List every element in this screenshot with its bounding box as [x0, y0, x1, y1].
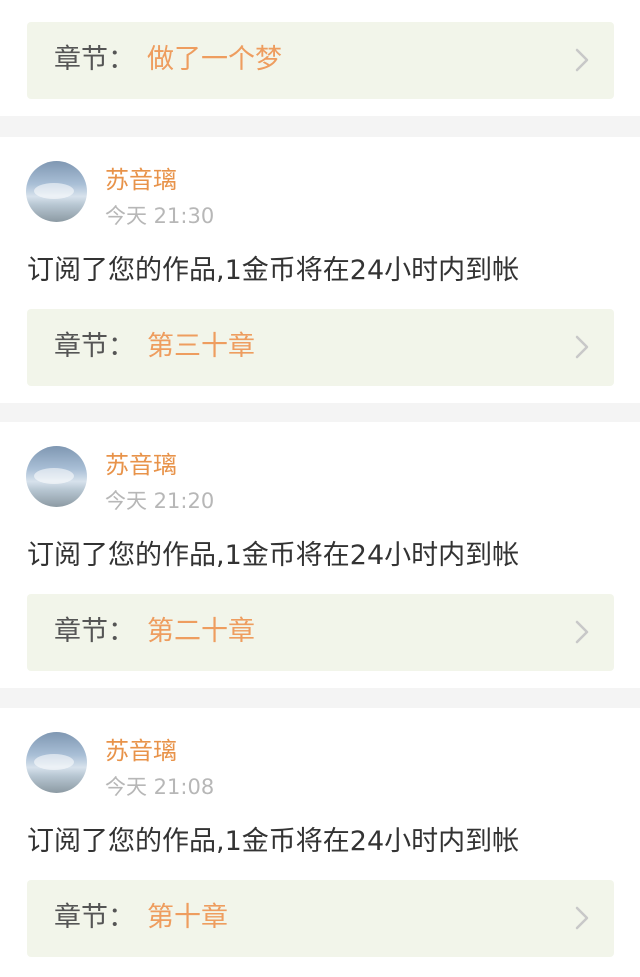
chevron-right-icon: [574, 47, 590, 73]
username[interactable]: 苏音璃: [105, 165, 177, 195]
chapter-label: 章节：: [54, 44, 135, 75]
avatar[interactable]: [26, 732, 87, 793]
chapter-link[interactable]: 章节： 第十章: [27, 880, 614, 957]
chevron-right-icon: [574, 905, 590, 931]
chevron-right-icon: [574, 619, 590, 645]
timestamp: 今天 21:30: [105, 204, 215, 228]
timestamp: 今天 21:20: [105, 489, 215, 513]
notification-card: 章节： 做了一个梦: [0, 0, 640, 116]
notification-card: 苏音璃 今天 21:08 订阅了您的作品,1金币将在24小时内到帐 章节： 第十…: [0, 708, 640, 977]
chapter-title: 第十章: [147, 902, 228, 933]
chapter-link[interactable]: 章节： 第三十章: [27, 309, 614, 386]
chapter-link[interactable]: 章节： 做了一个梦: [27, 22, 614, 99]
chapter-title: 第三十章: [147, 331, 255, 362]
avatar[interactable]: [26, 446, 87, 507]
chapter-title: 第二十章: [147, 616, 255, 647]
notification-card: 苏音璃 今天 21:30 订阅了您的作品,1金币将在24小时内到帐 章节： 第三…: [0, 137, 640, 403]
chapter-label: 章节：: [54, 616, 135, 647]
username[interactable]: 苏音璃: [105, 736, 177, 766]
chapter-title: 做了一个梦: [147, 44, 282, 75]
username[interactable]: 苏音璃: [105, 450, 177, 480]
notification-card: 苏音璃 今天 21:20 订阅了您的作品,1金币将在24小时内到帐 章节： 第二…: [0, 422, 640, 688]
chapter-label: 章节：: [54, 331, 135, 362]
notification-message: 订阅了您的作品,1金币将在24小时内到帐: [27, 540, 520, 571]
notification-message: 订阅了您的作品,1金币将在24小时内到帐: [27, 255, 520, 286]
timestamp: 今天 21:08: [105, 775, 215, 799]
avatar[interactable]: [26, 161, 87, 222]
chapter-link[interactable]: 章节： 第二十章: [27, 594, 614, 671]
notification-message: 订阅了您的作品,1金币将在24小时内到帐: [27, 826, 520, 857]
chevron-right-icon: [574, 334, 590, 360]
chapter-label: 章节：: [54, 902, 135, 933]
